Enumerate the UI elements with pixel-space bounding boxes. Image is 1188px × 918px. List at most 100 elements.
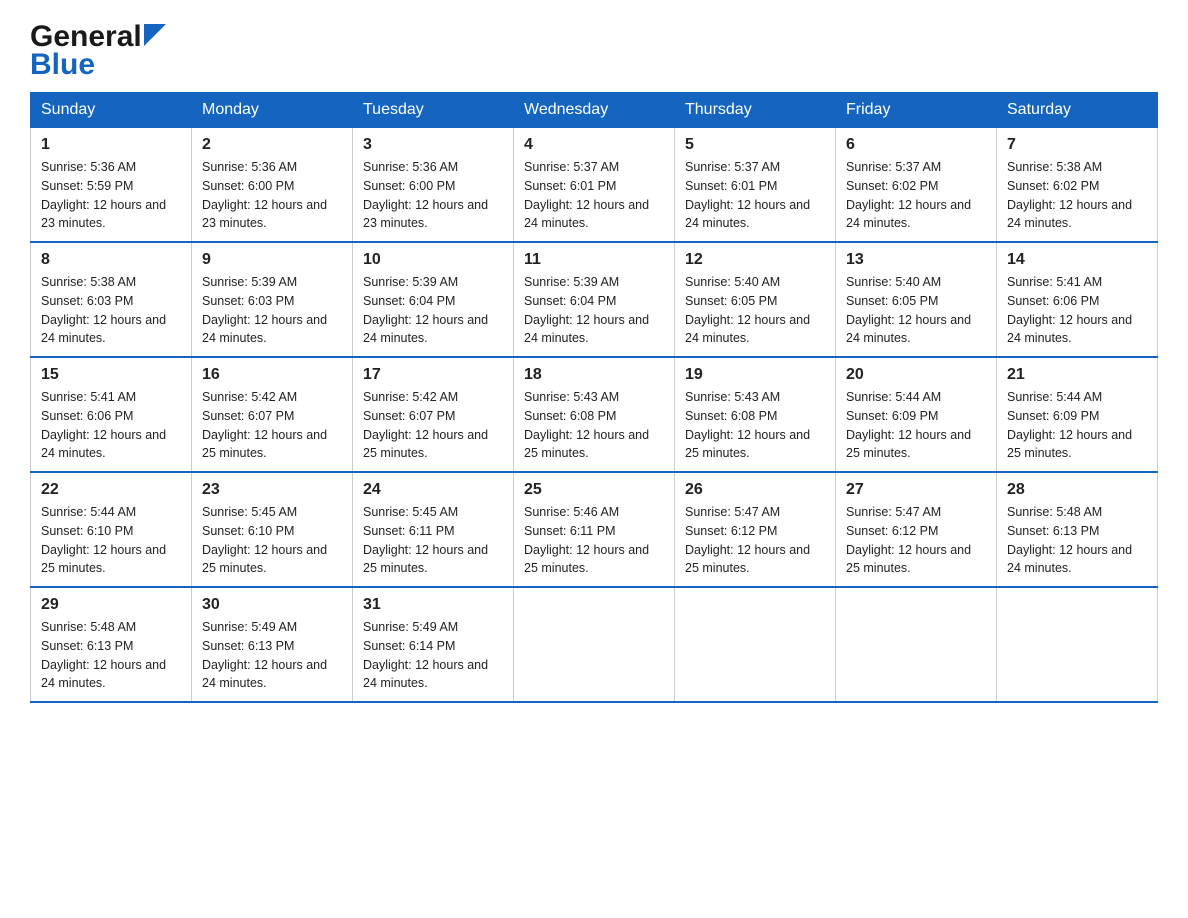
calendar-cell: 19 Sunrise: 5:43 AMSunset: 6:08 PMDaylig… — [675, 357, 836, 472]
day-number: 24 — [363, 481, 503, 499]
day-number: 22 — [41, 481, 181, 499]
calendar-cell: 5 Sunrise: 5:37 AMSunset: 6:01 PMDayligh… — [675, 128, 836, 243]
day-number: 17 — [363, 366, 503, 384]
calendar-cell: 9 Sunrise: 5:39 AMSunset: 6:03 PMDayligh… — [192, 242, 353, 357]
day-number: 13 — [846, 251, 986, 269]
day-detail: Sunrise: 5:49 AMSunset: 6:13 PMDaylight:… — [202, 620, 327, 690]
day-header-friday: Friday — [836, 93, 997, 128]
calendar-cell: 21 Sunrise: 5:44 AMSunset: 6:09 PMDaylig… — [997, 357, 1158, 472]
page-header: General Blue — [30, 20, 1158, 82]
day-detail: Sunrise: 5:37 AMSunset: 6:01 PMDaylight:… — [685, 160, 810, 230]
calendar-cell: 23 Sunrise: 5:45 AMSunset: 6:10 PMDaylig… — [192, 472, 353, 587]
day-detail: Sunrise: 5:46 AMSunset: 6:11 PMDaylight:… — [524, 505, 649, 575]
calendar-cell: 20 Sunrise: 5:44 AMSunset: 6:09 PMDaylig… — [836, 357, 997, 472]
calendar-cell: 2 Sunrise: 5:36 AMSunset: 6:00 PMDayligh… — [192, 128, 353, 243]
calendar-cell: 14 Sunrise: 5:41 AMSunset: 6:06 PMDaylig… — [997, 242, 1158, 357]
calendar-cell: 1 Sunrise: 5:36 AMSunset: 5:59 PMDayligh… — [31, 128, 192, 243]
day-detail: Sunrise: 5:41 AMSunset: 6:06 PMDaylight:… — [41, 390, 166, 460]
day-detail: Sunrise: 5:40 AMSunset: 6:05 PMDaylight:… — [685, 275, 810, 345]
day-header-thursday: Thursday — [675, 93, 836, 128]
logo-blue-text: Blue — [30, 48, 95, 82]
day-detail: Sunrise: 5:45 AMSunset: 6:11 PMDaylight:… — [363, 505, 488, 575]
day-number: 2 — [202, 136, 342, 154]
calendar-cell: 12 Sunrise: 5:40 AMSunset: 6:05 PMDaylig… — [675, 242, 836, 357]
calendar-cell: 11 Sunrise: 5:39 AMSunset: 6:04 PMDaylig… — [514, 242, 675, 357]
day-header-saturday: Saturday — [997, 93, 1158, 128]
day-detail: Sunrise: 5:36 AMSunset: 6:00 PMDaylight:… — [363, 160, 488, 230]
day-number: 31 — [363, 596, 503, 614]
calendar-cell — [997, 587, 1158, 702]
calendar-cell: 27 Sunrise: 5:47 AMSunset: 6:12 PMDaylig… — [836, 472, 997, 587]
day-header-sunday: Sunday — [31, 93, 192, 128]
day-detail: Sunrise: 5:39 AMSunset: 6:04 PMDaylight:… — [524, 275, 649, 345]
calendar-week-1: 1 Sunrise: 5:36 AMSunset: 5:59 PMDayligh… — [31, 128, 1158, 243]
calendar-cell: 25 Sunrise: 5:46 AMSunset: 6:11 PMDaylig… — [514, 472, 675, 587]
calendar-cell: 7 Sunrise: 5:38 AMSunset: 6:02 PMDayligh… — [997, 128, 1158, 243]
calendar-cell: 24 Sunrise: 5:45 AMSunset: 6:11 PMDaylig… — [353, 472, 514, 587]
day-header-monday: Monday — [192, 93, 353, 128]
calendar-cell: 30 Sunrise: 5:49 AMSunset: 6:13 PMDaylig… — [192, 587, 353, 702]
day-detail: Sunrise: 5:47 AMSunset: 6:12 PMDaylight:… — [846, 505, 971, 575]
calendar-week-4: 22 Sunrise: 5:44 AMSunset: 6:10 PMDaylig… — [31, 472, 1158, 587]
day-number: 25 — [524, 481, 664, 499]
day-number: 20 — [846, 366, 986, 384]
day-header-wednesday: Wednesday — [514, 93, 675, 128]
calendar-cell: 16 Sunrise: 5:42 AMSunset: 6:07 PMDaylig… — [192, 357, 353, 472]
calendar-cell: 18 Sunrise: 5:43 AMSunset: 6:08 PMDaylig… — [514, 357, 675, 472]
calendar-cell: 17 Sunrise: 5:42 AMSunset: 6:07 PMDaylig… — [353, 357, 514, 472]
days-header-row: SundayMondayTuesdayWednesdayThursdayFrid… — [31, 93, 1158, 128]
day-detail: Sunrise: 5:40 AMSunset: 6:05 PMDaylight:… — [846, 275, 971, 345]
calendar-table: SundayMondayTuesdayWednesdayThursdayFrid… — [30, 92, 1158, 703]
calendar-cell: 8 Sunrise: 5:38 AMSunset: 6:03 PMDayligh… — [31, 242, 192, 357]
day-number: 12 — [685, 251, 825, 269]
logo: General Blue — [30, 20, 166, 82]
calendar-cell: 22 Sunrise: 5:44 AMSunset: 6:10 PMDaylig… — [31, 472, 192, 587]
day-detail: Sunrise: 5:48 AMSunset: 6:13 PMDaylight:… — [1007, 505, 1132, 575]
day-number: 28 — [1007, 481, 1147, 499]
day-detail: Sunrise: 5:36 AMSunset: 6:00 PMDaylight:… — [202, 160, 327, 230]
day-number: 16 — [202, 366, 342, 384]
day-number: 29 — [41, 596, 181, 614]
day-detail: Sunrise: 5:44 AMSunset: 6:09 PMDaylight:… — [846, 390, 971, 460]
calendar-week-3: 15 Sunrise: 5:41 AMSunset: 6:06 PMDaylig… — [31, 357, 1158, 472]
day-detail: Sunrise: 5:43 AMSunset: 6:08 PMDaylight:… — [524, 390, 649, 460]
day-number: 5 — [685, 136, 825, 154]
day-number: 9 — [202, 251, 342, 269]
day-number: 7 — [1007, 136, 1147, 154]
day-number: 8 — [41, 251, 181, 269]
logo-triangle-icon — [144, 24, 166, 46]
day-number: 6 — [846, 136, 986, 154]
calendar-cell: 3 Sunrise: 5:36 AMSunset: 6:00 PMDayligh… — [353, 128, 514, 243]
day-number: 26 — [685, 481, 825, 499]
day-detail: Sunrise: 5:42 AMSunset: 6:07 PMDaylight:… — [363, 390, 488, 460]
day-detail: Sunrise: 5:41 AMSunset: 6:06 PMDaylight:… — [1007, 275, 1132, 345]
day-detail: Sunrise: 5:47 AMSunset: 6:12 PMDaylight:… — [685, 505, 810, 575]
day-detail: Sunrise: 5:48 AMSunset: 6:13 PMDaylight:… — [41, 620, 166, 690]
day-number: 23 — [202, 481, 342, 499]
day-detail: Sunrise: 5:37 AMSunset: 6:02 PMDaylight:… — [846, 160, 971, 230]
calendar-cell: 29 Sunrise: 5:48 AMSunset: 6:13 PMDaylig… — [31, 587, 192, 702]
calendar-cell: 13 Sunrise: 5:40 AMSunset: 6:05 PMDaylig… — [836, 242, 997, 357]
day-detail: Sunrise: 5:44 AMSunset: 6:09 PMDaylight:… — [1007, 390, 1132, 460]
day-detail: Sunrise: 5:45 AMSunset: 6:10 PMDaylight:… — [202, 505, 327, 575]
day-number: 27 — [846, 481, 986, 499]
calendar-cell: 31 Sunrise: 5:49 AMSunset: 6:14 PMDaylig… — [353, 587, 514, 702]
day-number: 30 — [202, 596, 342, 614]
calendar-cell: 10 Sunrise: 5:39 AMSunset: 6:04 PMDaylig… — [353, 242, 514, 357]
day-number: 3 — [363, 136, 503, 154]
day-detail: Sunrise: 5:42 AMSunset: 6:07 PMDaylight:… — [202, 390, 327, 460]
day-detail: Sunrise: 5:39 AMSunset: 6:04 PMDaylight:… — [363, 275, 488, 345]
day-number: 15 — [41, 366, 181, 384]
calendar-week-5: 29 Sunrise: 5:48 AMSunset: 6:13 PMDaylig… — [31, 587, 1158, 702]
calendar-cell: 15 Sunrise: 5:41 AMSunset: 6:06 PMDaylig… — [31, 357, 192, 472]
day-number: 21 — [1007, 366, 1147, 384]
day-detail: Sunrise: 5:38 AMSunset: 6:02 PMDaylight:… — [1007, 160, 1132, 230]
calendar-cell: 6 Sunrise: 5:37 AMSunset: 6:02 PMDayligh… — [836, 128, 997, 243]
calendar-week-2: 8 Sunrise: 5:38 AMSunset: 6:03 PMDayligh… — [31, 242, 1158, 357]
day-number: 1 — [41, 136, 181, 154]
calendar-cell: 4 Sunrise: 5:37 AMSunset: 6:01 PMDayligh… — [514, 128, 675, 243]
calendar-cell — [514, 587, 675, 702]
day-detail: Sunrise: 5:49 AMSunset: 6:14 PMDaylight:… — [363, 620, 488, 690]
day-detail: Sunrise: 5:36 AMSunset: 5:59 PMDaylight:… — [41, 160, 166, 230]
day-number: 18 — [524, 366, 664, 384]
